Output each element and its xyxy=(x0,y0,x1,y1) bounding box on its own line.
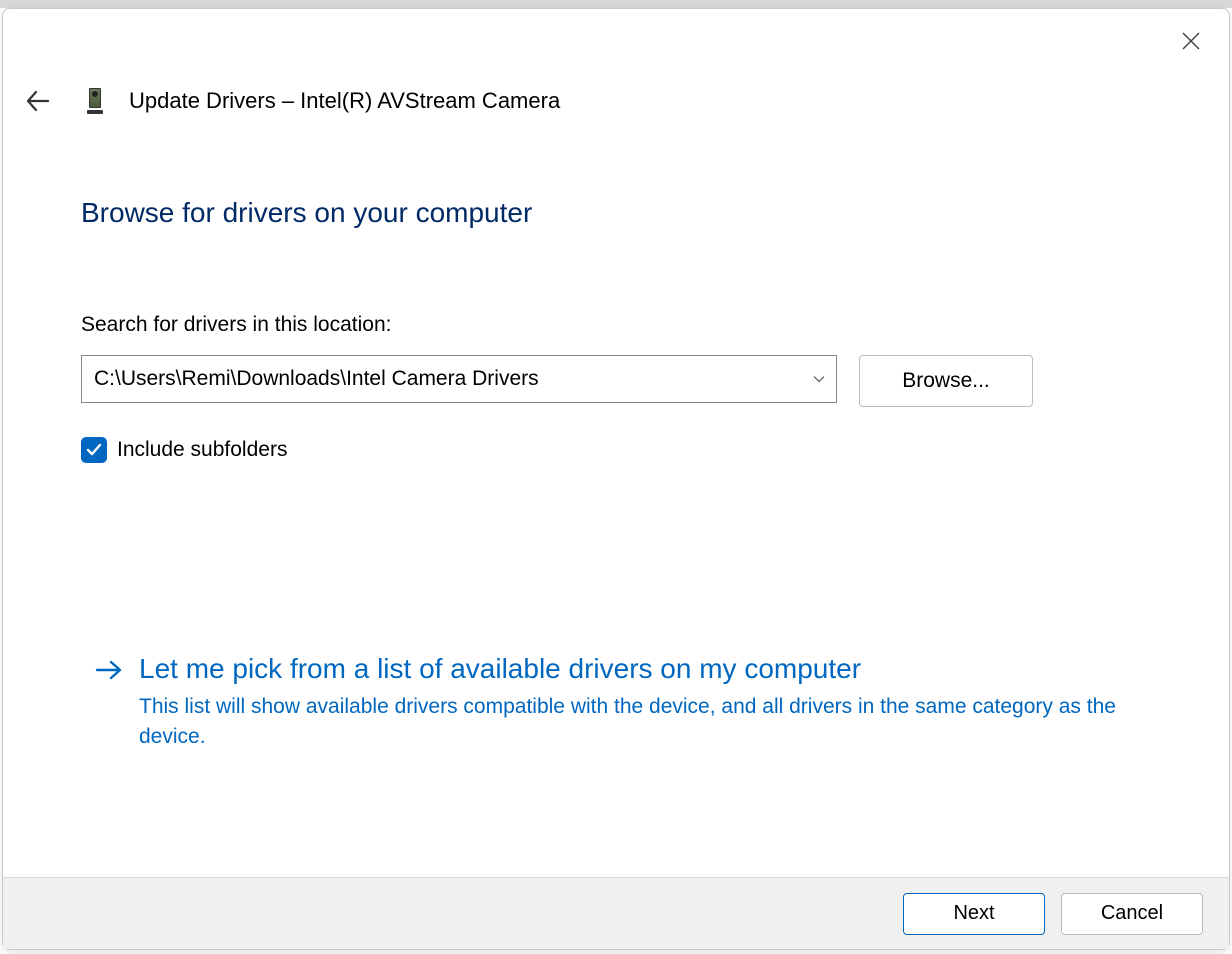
arrow-left-icon xyxy=(24,88,50,114)
close-button[interactable] xyxy=(1175,25,1207,57)
browse-button[interactable]: Browse... xyxy=(859,355,1033,407)
checkmark-icon xyxy=(85,441,103,459)
section-heading: Browse for drivers on your computer xyxy=(81,197,1151,229)
camera-device-icon xyxy=(87,88,103,114)
include-subfolders-checkbox[interactable] xyxy=(81,437,107,463)
background-toolbar xyxy=(0,0,1232,8)
next-button[interactable]: Next xyxy=(903,893,1045,935)
search-location-label: Search for drivers in this location: xyxy=(81,313,1151,337)
dialog-header: Update Drivers – Intel(R) AVStream Camer… xyxy=(3,9,1229,115)
pick-from-list-option[interactable]: Let me pick from a list of available dri… xyxy=(81,647,1151,757)
close-icon xyxy=(1181,31,1201,51)
back-button[interactable] xyxy=(23,87,51,115)
dialog-content: Browse for drivers on your computer Sear… xyxy=(3,115,1229,877)
dialog-footer: Next Cancel xyxy=(3,877,1229,949)
path-combobox[interactable] xyxy=(81,355,837,407)
option-title: Let me pick from a list of available dri… xyxy=(139,651,1139,686)
dialog-title: Update Drivers – Intel(R) AVStream Camer… xyxy=(129,88,560,114)
arrow-right-icon xyxy=(95,651,123,753)
path-row: Browse... xyxy=(81,355,1151,407)
path-input[interactable] xyxy=(81,355,837,403)
include-subfolders-label[interactable]: Include subfolders xyxy=(117,438,287,462)
option-description: This list will show available drivers co… xyxy=(139,692,1139,753)
cancel-button[interactable]: Cancel xyxy=(1061,893,1203,935)
option-text-group: Let me pick from a list of available dri… xyxy=(139,651,1139,753)
update-drivers-dialog: Update Drivers – Intel(R) AVStream Camer… xyxy=(2,8,1230,950)
include-subfolders-row: Include subfolders xyxy=(81,437,1151,463)
